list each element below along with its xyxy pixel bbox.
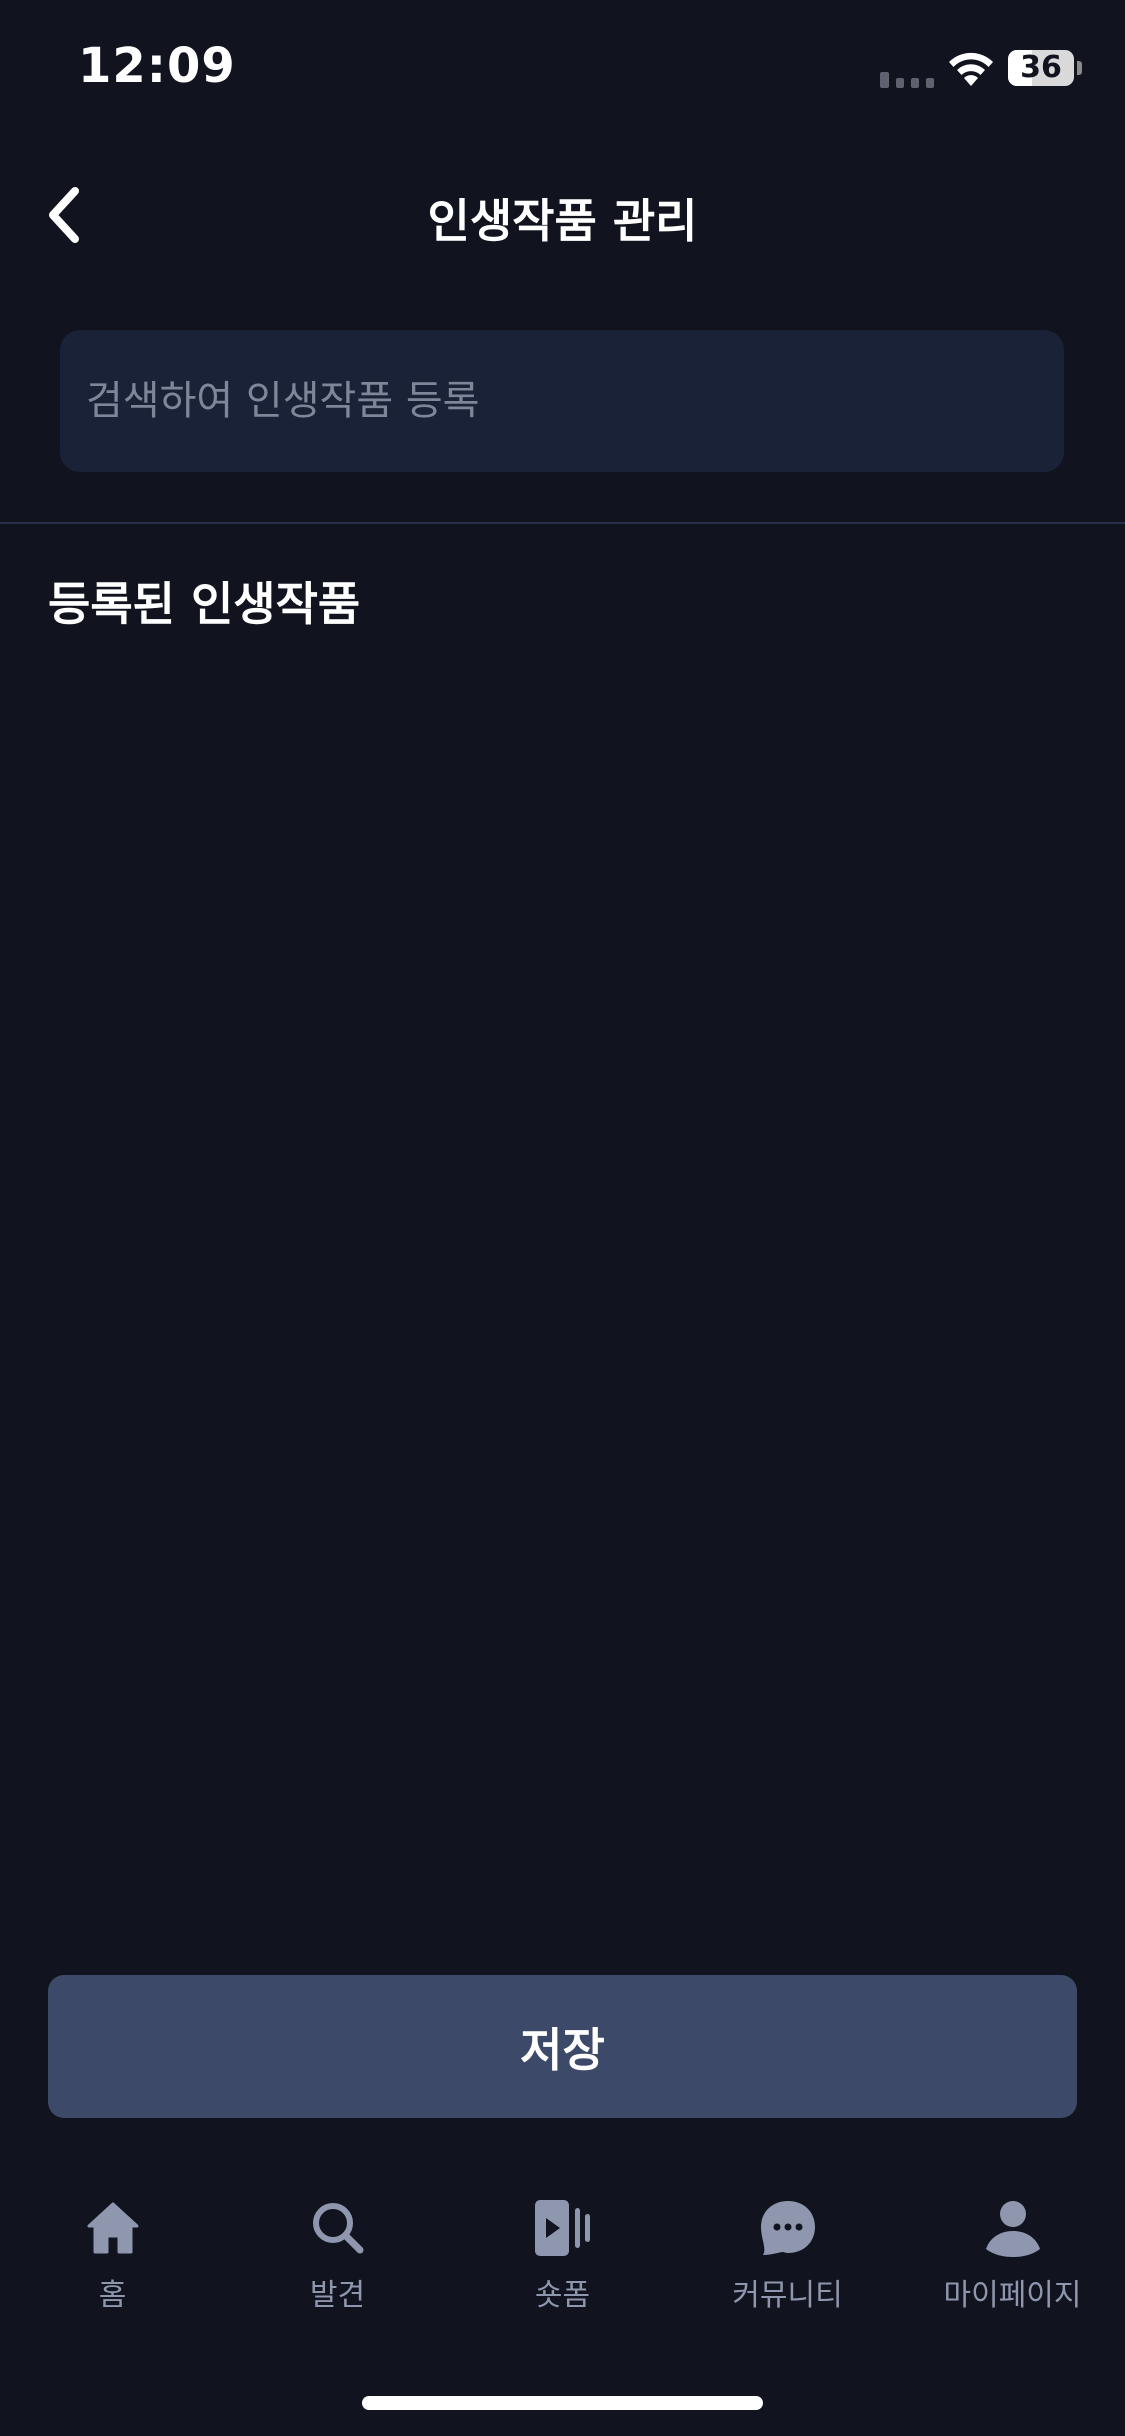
tab-discover-label: 발견	[309, 2278, 366, 2313]
person-icon	[983, 2198, 1043, 2258]
header: 인생작품 관리	[0, 150, 1125, 280]
tab-mypage[interactable]: 마이페이지	[900, 2180, 1125, 2340]
chat-bubble-icon	[758, 2198, 818, 2258]
tab-community[interactable]: 커뮤니티	[675, 2180, 900, 2340]
save-button[interactable]: 저장	[48, 1975, 1077, 2118]
home-indicator	[362, 2396, 763, 2410]
wifi-icon	[949, 52, 993, 86]
screen: 12:09 36 인생작품 관리 검색하여 인생작품 등록 등록된 인생작품 저…	[0, 0, 1125, 2436]
battery-icon: 36	[1008, 50, 1082, 88]
tab-home[interactable]: 홈	[0, 2180, 225, 2340]
search-box[interactable]	[60, 330, 1064, 472]
tab-discover[interactable]: 발견	[225, 2180, 450, 2340]
page-title: 인생작품 관리	[427, 194, 698, 248]
tab-mypage-label: 마이페이지	[943, 2278, 1082, 2313]
tab-home-label: 홈	[98, 2278, 127, 2313]
home-icon	[83, 2198, 143, 2258]
status-bar: 12:09 36	[0, 0, 1125, 140]
search-input[interactable]	[84, 377, 1040, 425]
battery-level: 36	[1020, 50, 1062, 85]
shortform-icon	[533, 2198, 593, 2258]
cellular-signal-icon	[880, 72, 934, 88]
tab-shortform-label: 숏폼	[534, 2278, 591, 2313]
tab-shortform[interactable]: 숏폼	[450, 2180, 675, 2340]
section-title: 등록된 인생작품	[48, 577, 361, 631]
status-time: 12:09	[78, 38, 236, 94]
search-icon	[308, 2198, 368, 2258]
divider	[0, 522, 1125, 524]
tab-bar: 홈 발견 숏폼 커뮤니티 마이페이지	[0, 2180, 1125, 2340]
registered-works-list	[0, 660, 1125, 1920]
tab-community-label: 커뮤니티	[732, 2278, 843, 2313]
